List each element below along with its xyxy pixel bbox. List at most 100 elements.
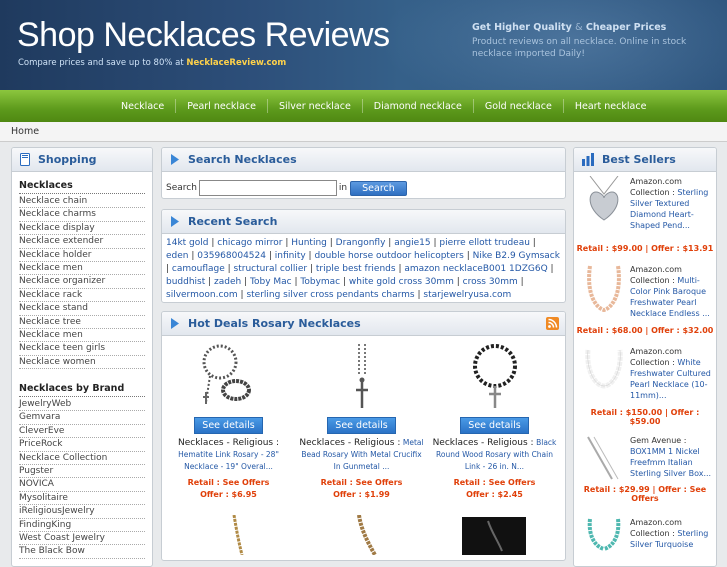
deal-name-link[interactable]: Hematite Link Rosary - 28" Necklace - 19… bbox=[178, 450, 279, 471]
brand-link[interactable]: iReligiousJewelry bbox=[19, 505, 145, 519]
rosary-image[interactable] bbox=[428, 342, 561, 412]
brand-link[interactable]: FindingKing bbox=[19, 519, 145, 532]
tagline-text: Compare prices and save up to 80% at bbox=[18, 58, 184, 68]
pearl-necklace-image[interactable] bbox=[582, 264, 626, 312]
see-details-button[interactable]: See details bbox=[460, 417, 529, 434]
hot-deals-title: Hot Deals Rosary Necklaces bbox=[188, 317, 361, 330]
recent-search-link[interactable]: double horse outdoor helicopters bbox=[314, 251, 463, 261]
seller-product-link[interactable]: BOX1MM 1 Nickel Freefmm Italian Sterling… bbox=[630, 447, 711, 478]
recent-search-link[interactable]: camouflage bbox=[172, 264, 225, 274]
nav-diamond-necklace[interactable]: Diamond necklace bbox=[363, 101, 473, 112]
recent-search-link[interactable]: Tobymac bbox=[300, 277, 340, 287]
recent-search-link[interactable]: structural collier bbox=[234, 264, 308, 274]
main-nav: Necklace Pearl necklace Silver necklace … bbox=[0, 90, 727, 122]
recent-search-link[interactable]: white gold cross 30mm bbox=[349, 277, 454, 287]
tagline-site-link[interactable]: NecklaceReview.com bbox=[186, 58, 286, 68]
recent-separator: | bbox=[241, 277, 250, 287]
recent-separator: | bbox=[282, 238, 292, 248]
brand-link[interactable]: Mysolitaire bbox=[19, 492, 145, 506]
recent-search-link[interactable]: infinity bbox=[275, 251, 306, 261]
seller-name: Amazon.com Collection : bbox=[630, 177, 682, 197]
recent-search-link[interactable]: sterling silver cross pendants charms bbox=[246, 290, 414, 300]
recent-search-link[interactable]: Drangonfly bbox=[336, 238, 386, 248]
brand-link[interactable]: Necklace Collection bbox=[19, 452, 145, 466]
see-details-button[interactable]: See details bbox=[194, 417, 263, 434]
necklace-category-link[interactable]: Necklace charms bbox=[19, 208, 145, 222]
necklace-category-link[interactable]: Necklace men bbox=[19, 262, 145, 276]
brand-link[interactable]: CleverEve bbox=[19, 425, 145, 439]
necklace-category-link[interactable]: Necklace extender bbox=[19, 235, 145, 249]
brand-link[interactable]: NOVICA bbox=[19, 478, 145, 492]
recent-search-link[interactable]: amazon necklaceB001 1DZG6Q bbox=[404, 264, 547, 274]
rosary-image[interactable] bbox=[162, 342, 295, 412]
turquoise-necklace-image[interactable] bbox=[582, 517, 626, 565]
deal-retail: Retail : See Offers bbox=[453, 478, 536, 487]
silver-box-chain-image[interactable] bbox=[582, 435, 626, 483]
necklace-category-link[interactable]: Necklace men bbox=[19, 329, 145, 343]
necklace-category-link[interactable]: Necklace organizer bbox=[19, 275, 145, 289]
white-pearl-necklace-image[interactable] bbox=[582, 346, 626, 394]
hot-deals-header: Hot Deals Rosary Necklaces bbox=[162, 312, 565, 336]
promo-title-a: Get Higher Quality bbox=[472, 22, 572, 33]
site-title[interactable]: Shop Necklaces Reviews bbox=[17, 16, 390, 55]
deal-item: See details Necklaces - Religious : Meta… bbox=[295, 342, 428, 501]
brand-link[interactable]: JewelryWeb bbox=[19, 398, 145, 412]
seller-name: Amazon.com Collection : bbox=[630, 265, 682, 285]
recent-search-link[interactable]: Nike B2.9 Gymsack bbox=[473, 251, 560, 261]
necklace-category-link[interactable]: Necklace women bbox=[19, 356, 145, 370]
necklace-category-link[interactable]: Necklace rack bbox=[19, 289, 145, 303]
seller-name: Gem Avenue : bbox=[630, 436, 687, 445]
necklace-image[interactable] bbox=[295, 515, 428, 555]
necklace-category-link[interactable]: Necklace holder bbox=[19, 249, 145, 262]
deal-retail: Retail : See Offers bbox=[320, 478, 403, 487]
nav-heart-necklace[interactable]: Heart necklace bbox=[564, 101, 658, 112]
recent-search-link[interactable]: buddhist bbox=[166, 277, 205, 287]
nav-gold-necklace[interactable]: Gold necklace bbox=[474, 101, 563, 112]
rosary-image[interactable] bbox=[295, 342, 428, 412]
recent-search-link[interactable]: triple best friends bbox=[316, 264, 396, 274]
recent-search-link[interactable]: angie15 bbox=[394, 238, 430, 248]
recent-search-link[interactable]: 035968004524 bbox=[197, 251, 266, 261]
arrow-right-icon bbox=[171, 318, 179, 329]
rss-icon[interactable] bbox=[546, 317, 559, 330]
search-input[interactable] bbox=[198, 180, 337, 196]
shopping-panel-header: Shopping bbox=[12, 148, 152, 172]
recent-search-link[interactable]: silvermoon.com bbox=[166, 290, 238, 300]
best-sellers-header: Best Sellers bbox=[574, 148, 716, 172]
best-seller-item: Amazon.com Collection : Sterling Silver … bbox=[574, 172, 716, 253]
best-seller-text: Amazon.com Collection : White Freshwater… bbox=[626, 346, 714, 406]
recent-search-link[interactable]: Toby Mac bbox=[250, 277, 292, 287]
best-seller-text: Amazon.com Collection : Sterling Silver … bbox=[626, 176, 714, 242]
brand-link[interactable]: The Black Bow bbox=[19, 545, 145, 559]
recent-search-link[interactable]: chicago mirror bbox=[217, 238, 282, 248]
recent-search-link[interactable]: pierre ellott trudeau bbox=[439, 238, 530, 248]
necklace-category-link[interactable]: Necklace teen girls bbox=[19, 342, 145, 356]
see-details-button[interactable]: See details bbox=[327, 417, 396, 434]
deal-title: Necklaces - Religious : Metal Bead Rosar… bbox=[295, 437, 428, 473]
search-button[interactable]: Search bbox=[350, 180, 407, 196]
recent-search-link[interactable]: Hunting bbox=[291, 238, 327, 248]
deal-category: Necklaces - Religious : bbox=[432, 438, 534, 448]
necklace-image[interactable] bbox=[428, 515, 561, 555]
brand-link[interactable]: West Coast Jewelry bbox=[19, 532, 145, 546]
necklace-category-link[interactable]: Necklace display bbox=[19, 222, 145, 236]
necklace-category-link[interactable]: Necklace tree bbox=[19, 316, 145, 329]
nav-silver-necklace[interactable]: Silver necklace bbox=[268, 101, 362, 112]
recent-search-link[interactable]: starjewelryusa.com bbox=[423, 290, 511, 300]
recent-search-link[interactable]: zadeh bbox=[214, 277, 241, 287]
necklace-image[interactable] bbox=[162, 515, 295, 555]
nav-pearl-necklace[interactable]: Pearl necklace bbox=[176, 101, 267, 112]
recent-search-link[interactable]: 14kt gold bbox=[166, 238, 209, 248]
nav-necklace[interactable]: Necklace bbox=[110, 101, 175, 112]
recent-search-link[interactable]: eden bbox=[166, 251, 189, 261]
necklace-category-link[interactable]: Necklace chain bbox=[19, 195, 145, 209]
necklace-category-link[interactable]: Necklace stand bbox=[19, 302, 145, 316]
brand-link[interactable]: PriceRock bbox=[19, 438, 145, 452]
brand-link[interactable]: Gemvara bbox=[19, 411, 145, 425]
heart-pendant-image[interactable] bbox=[582, 176, 626, 224]
recent-separator: | bbox=[307, 264, 316, 274]
recent-search-link[interactable]: cross 30mm bbox=[463, 277, 518, 287]
best-seller-item: Amazon.com Collection : White Freshwater… bbox=[574, 342, 716, 426]
brand-link[interactable]: Pugster bbox=[19, 465, 145, 479]
breadcrumb-home[interactable]: Home bbox=[11, 126, 39, 137]
